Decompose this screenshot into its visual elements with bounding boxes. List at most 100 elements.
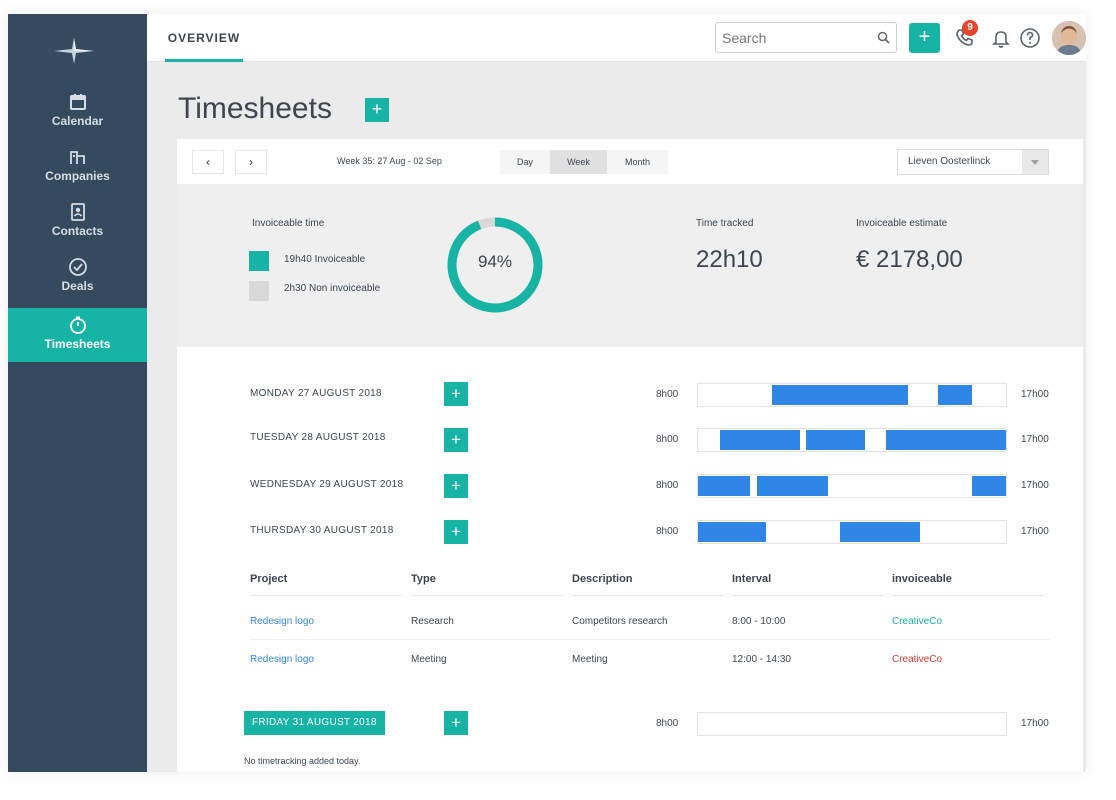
row-interval: 12:00 - 14:30	[732, 654, 791, 665]
day-label-friday[interactable]: FRIDAY 31 AUGUST 2018	[244, 711, 385, 735]
time-entry-block[interactable]	[698, 522, 766, 542]
day-start-time: 8h00	[656, 526, 679, 537]
time-entry-block[interactable]	[772, 385, 908, 405]
day-timeline-thursday[interactable]	[697, 520, 1007, 544]
column-header-invoiceable[interactable]: invoiceable	[892, 573, 1044, 596]
row-description: Competitors research	[572, 616, 668, 627]
row-invoiceable-client[interactable]: CreativeCo	[892, 616, 942, 627]
timesheet-toolbar: ‹ › Week 35: 27 Aug - 02 Sep Day Week Mo…	[177, 139, 1083, 185]
day-label-thursday: THURSDAY 30 AUGUST 2018	[250, 525, 394, 536]
invoiceable-estimate-value: € 2178,00	[856, 246, 963, 273]
column-header-project[interactable]: Project	[250, 573, 402, 596]
view-week-button[interactable]: Week	[550, 150, 607, 174]
legend-non-invoiceable-swatch	[249, 281, 269, 301]
add-entry-friday-button[interactable]: +	[444, 711, 468, 735]
time-entry-block[interactable]	[840, 522, 920, 542]
day-start-time: 8h00	[656, 480, 679, 491]
person-select[interactable]: Lieven Oosterlinck	[897, 149, 1049, 175]
search-box[interactable]	[715, 22, 897, 53]
user-photo	[1052, 21, 1086, 55]
day-end-time: 17h00	[1021, 526, 1049, 537]
app-window: Calendar Companies Contacts Deals Timesh…	[8, 14, 1086, 772]
add-entry-thursday-button[interactable]: +	[444, 520, 468, 544]
day-label-wednesday: WEDNESDAY 29 AUGUST 2018	[250, 479, 404, 490]
add-entry-wednesday-button[interactable]: +	[444, 474, 468, 498]
day-end-time: 17h00	[1021, 434, 1049, 445]
sidebar-item-calendar[interactable]: Calendar	[8, 92, 147, 146]
row-invoiceable-client[interactable]: CreativeCo	[892, 654, 942, 665]
quick-add-button[interactable]: +	[909, 23, 940, 53]
sidebar-item-label: Deals	[61, 279, 94, 293]
view-day-button[interactable]: Day	[500, 150, 550, 174]
time-entry-block[interactable]	[886, 430, 1006, 450]
sidebar-item-companies[interactable]: Companies	[8, 147, 147, 201]
person-select-value: Lieven Oosterlinck	[908, 156, 991, 167]
day-start-time: 8h00	[656, 434, 679, 445]
column-header-type[interactable]: Type	[411, 573, 563, 596]
time-entry-block[interactable]	[720, 430, 800, 450]
invoiceable-estimate-label: Invoiceable estimate	[856, 218, 948, 229]
time-entry-block[interactable]	[938, 385, 972, 405]
row-divider	[250, 639, 1050, 640]
legend-non-invoiceable: 2h30 Non invoiceable	[284, 283, 381, 294]
contacts-icon	[70, 203, 85, 221]
row-type: Meeting	[411, 654, 447, 665]
search-icon[interactable]	[877, 31, 890, 44]
day-start-time: 8h00	[656, 389, 679, 400]
row-project-link[interactable]: Redesign logo	[250, 616, 314, 627]
sidebar-item-timesheets[interactable]: Timesheets	[8, 308, 147, 362]
day-timeline-tuesday[interactable]	[697, 428, 1007, 452]
sidebar-item-label: Companies	[45, 169, 110, 183]
timesheet-card: ‹ › Week 35: 27 Aug - 02 Sep Day Week Mo…	[177, 139, 1083, 772]
invoiceable-time-label: Invoiceable time	[252, 218, 325, 229]
add-timesheet-button[interactable]: +	[365, 98, 389, 122]
day-timeline-monday[interactable]	[697, 383, 1007, 407]
bell-icon[interactable]	[989, 26, 1013, 50]
previous-week-button[interactable]: ‹	[192, 150, 224, 174]
time-entry-block[interactable]	[972, 476, 1006, 496]
day-label-tuesday: TUESDAY 28 AUGUST 2018	[250, 432, 386, 443]
help-icon[interactable]	[1018, 26, 1042, 50]
user-avatar[interactable]	[1052, 21, 1086, 55]
day-end-time: 17h00	[1021, 389, 1049, 400]
view-month-button[interactable]: Month	[607, 150, 668, 174]
notification-count-badge: 9	[962, 20, 978, 36]
deals-icon	[68, 258, 87, 276]
sidebar-item-deals[interactable]: Deals	[8, 257, 147, 311]
search-input[interactable]	[716, 23, 866, 52]
sidebar-item-contacts[interactable]: Contacts	[8, 202, 147, 256]
page-title: Timesheets	[178, 92, 332, 125]
day-label-monday: MONDAY 27 AUGUST 2018	[250, 388, 382, 399]
next-week-button[interactable]: ›	[235, 150, 267, 174]
app-logo-icon[interactable]	[52, 36, 96, 66]
calendar-icon	[69, 94, 86, 110]
chevron-down-icon[interactable]	[1022, 150, 1048, 174]
sidebar-item-label: Contacts	[51, 224, 104, 238]
day-timeline-wednesday[interactable]	[697, 474, 1007, 498]
time-entry-block[interactable]	[698, 476, 750, 496]
legend-invoiceable: 19h40 Invoiceable	[284, 254, 366, 265]
column-header-description[interactable]: Description	[572, 573, 724, 596]
sidebar: Calendar Companies Contacts Deals Timesh…	[8, 14, 147, 772]
tab-overview[interactable]: OVERVIEW	[165, 14, 243, 62]
row-interval: 8:00 - 10:00	[732, 616, 786, 627]
day-timeline-friday[interactable]	[697, 712, 1007, 736]
sidebar-item-label: Calendar	[51, 114, 104, 128]
add-entry-monday-button[interactable]: +	[444, 382, 468, 406]
companies-icon	[69, 151, 85, 164]
row-project-link[interactable]: Redesign logo	[250, 654, 314, 665]
column-header-interval[interactable]: Interval	[732, 573, 884, 596]
add-entry-tuesday-button[interactable]: +	[444, 428, 468, 452]
day-end-time: 17h00	[1021, 718, 1049, 729]
sidebar-item-label: Timesheets	[44, 337, 111, 351]
time-entry-block[interactable]	[757, 476, 828, 496]
week-range-label: Week 35: 27 Aug - 02 Sep	[337, 156, 442, 166]
day-end-time: 17h00	[1021, 480, 1049, 491]
top-bar: OVERVIEW + 9	[147, 14, 1086, 62]
stopwatch-icon	[69, 316, 86, 334]
time-tracked-value: 22h10	[696, 246, 763, 273]
day-start-time: 8h00	[656, 718, 679, 729]
time-entry-block[interactable]	[806, 430, 865, 450]
time-tracked-label: Time tracked	[696, 218, 754, 229]
row-description: Meeting	[572, 654, 608, 665]
